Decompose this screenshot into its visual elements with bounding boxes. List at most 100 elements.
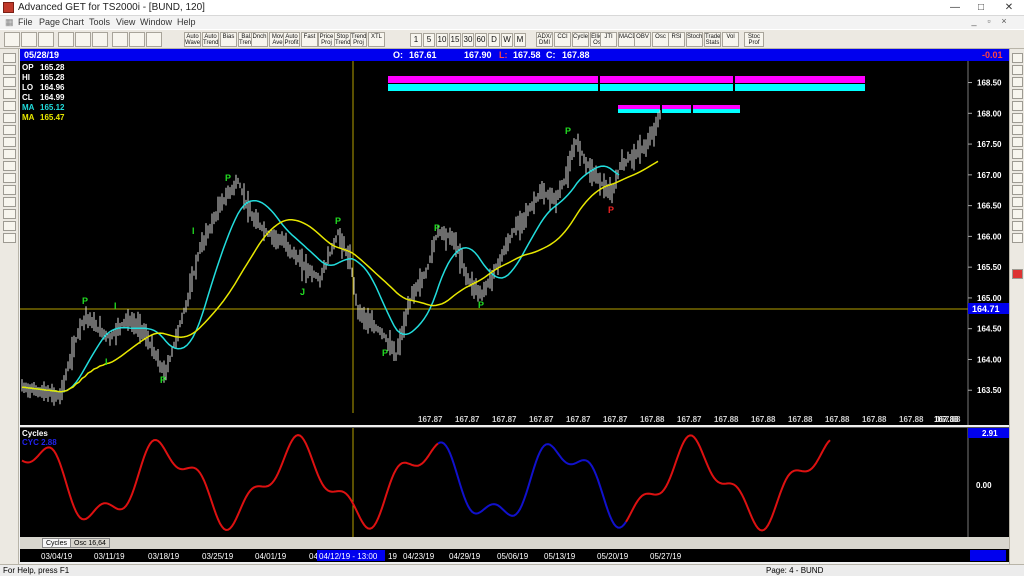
minimize-button[interactable]: — (942, 1, 968, 15)
candles-icon[interactable] (1012, 149, 1023, 159)
interval-5-button[interactable]: 5 (423, 33, 435, 47)
zoom-out-icon[interactable] (129, 32, 145, 47)
ratio-icon[interactable] (1012, 197, 1023, 207)
auto-trend-button[interactable]: Auto Trend (202, 32, 219, 47)
interval-60-button[interactable]: 60 (475, 33, 487, 47)
menu-help[interactable]: Help (177, 17, 196, 27)
menu-file[interactable]: File (18, 17, 33, 27)
price-chart[interactable]: P I I P I P P J P P P P P 168.50 168.00 167.50 167.00 16… (20, 61, 1009, 425)
bars-icon[interactable] (1012, 137, 1023, 147)
box-tool-icon[interactable] (3, 209, 16, 219)
scale-icon[interactable] (1012, 113, 1023, 123)
menu-tools[interactable]: Tools (89, 17, 110, 27)
menu-view[interactable]: View (116, 17, 135, 27)
scroll-down-icon[interactable] (1012, 65, 1023, 75)
compress-icon[interactable] (1012, 89, 1023, 99)
arrow-tool-icon[interactable] (3, 125, 16, 135)
bias-button[interactable]: Bias (220, 32, 237, 47)
trade-stats-button[interactable]: Trade Stats (704, 32, 721, 47)
help-icon[interactable] (146, 32, 162, 47)
zoom-icon[interactable] (1012, 221, 1023, 231)
macd-button[interactable]: MACD (618, 32, 635, 47)
stoc-prof-button[interactable]: Stoc Prof (744, 32, 764, 47)
settings-icon[interactable] (1012, 233, 1023, 243)
projection-label: 167.88 (825, 415, 850, 424)
time-tool-icon[interactable] (3, 197, 16, 207)
pitchfork-tool-icon[interactable] (3, 173, 16, 183)
line-tool-icon[interactable] (3, 65, 16, 75)
interval-monthly-button[interactable]: M (514, 33, 526, 47)
mark-tool-icon[interactable] (3, 221, 16, 231)
ratio-tool-icon[interactable] (3, 185, 16, 195)
line-chart-icon[interactable] (1012, 161, 1023, 171)
rsi-button[interactable]: RSI (668, 32, 685, 47)
interval-weekly-button[interactable]: W (501, 33, 513, 47)
ma-fast-label: MA (22, 103, 35, 112)
grid-icon[interactable] (1012, 101, 1023, 111)
projection-zone-magenta (388, 76, 865, 83)
mdi-restore-button[interactable]: ▫ (983, 16, 995, 26)
tab-cycles[interactable]: Cycles (42, 538, 72, 548)
interval-15-button[interactable]: 15 (449, 33, 461, 47)
zigzag-tool-icon[interactable] (3, 149, 16, 159)
ellipse-tool-icon[interactable] (3, 137, 16, 147)
auto-wave-button[interactable]: Auto Wave (184, 32, 201, 47)
menu-window[interactable]: Window (140, 17, 172, 27)
fib-tool-icon[interactable] (3, 89, 16, 99)
osc-button[interactable]: Osc (652, 32, 669, 47)
cci-button[interactable]: CCI (554, 32, 571, 47)
projection-label: 167.87 (492, 415, 517, 424)
obv-button[interactable]: OBV (634, 32, 651, 47)
mdi-close-button[interactable]: × (998, 16, 1010, 26)
projection-label: 167.88 (640, 415, 665, 424)
magnet-icon[interactable] (1012, 269, 1023, 279)
cut-icon[interactable] (75, 32, 91, 47)
mdi-minimize-button[interactable]: _ (968, 16, 980, 26)
cycles-oscillator-pane[interactable]: 2.91 0.00 Cycles CYC 2.88 (20, 427, 1009, 538)
pti-icon[interactable] (1012, 173, 1023, 183)
copy-icon[interactable] (92, 32, 108, 47)
close-button[interactable]: ✕ (996, 1, 1022, 15)
xtl-button[interactable]: XTL (368, 32, 385, 47)
gann-tool-icon[interactable] (3, 161, 16, 171)
stoch-button[interactable]: Stoch (686, 32, 703, 47)
osc-title: Cycles (22, 429, 48, 438)
interval-10-button[interactable]: 10 (436, 33, 448, 47)
flag-icon[interactable] (1012, 209, 1023, 219)
camera-icon[interactable] (1012, 125, 1023, 135)
maximize-button[interactable]: □ (968, 1, 994, 15)
fast-button[interactable]: Fast (301, 32, 318, 47)
scroll-up-icon[interactable] (1012, 53, 1023, 63)
esp-icon[interactable] (1012, 185, 1023, 195)
interval-1-button[interactable]: 1 (410, 33, 422, 47)
menu-bar: ▦ File Page Chart Tools View Window Help… (0, 16, 1024, 29)
dnch-button[interactable]: Dnch (251, 32, 268, 47)
zoom-in-icon[interactable] (112, 32, 128, 47)
menu-page[interactable]: Page (39, 17, 60, 27)
tab-osc[interactable]: Osc 16,64 (70, 538, 110, 548)
jti-button[interactable]: JTI (600, 32, 617, 47)
channel-tool-icon[interactable] (3, 77, 16, 87)
expand-icon[interactable] (1012, 77, 1023, 87)
cycles-button[interactable]: Cycles (572, 32, 589, 47)
erase-tool-icon[interactable] (3, 233, 16, 243)
interval-daily-button[interactable]: D (488, 33, 500, 47)
price-proj-button[interactable]: Price Proj (318, 32, 335, 47)
open-icon[interactable] (21, 32, 37, 47)
wave-tool-icon[interactable] (3, 101, 16, 111)
new-chart-icon[interactable] (4, 32, 20, 47)
text-tool-icon[interactable] (3, 113, 16, 123)
trend-proj-button[interactable]: Trend Proj (350, 32, 367, 47)
adx-dmi-button[interactable]: ADX/ DMI (536, 32, 553, 47)
app-icon[interactable] (3, 2, 14, 13)
menu-chart[interactable]: Chart (62, 17, 84, 27)
save-icon[interactable] (38, 32, 54, 47)
interval-30-button[interactable]: 30 (462, 33, 474, 47)
print-icon[interactable] (58, 32, 74, 47)
mdi-icon[interactable]: ▦ (5, 17, 14, 28)
auto-profit-button[interactable]: Auto Profit (283, 32, 300, 47)
stop-trend-button[interactable]: Stop Trend (334, 32, 351, 47)
cursor-tool-icon[interactable] (3, 53, 16, 63)
oscillator-canvas: 2.91 0.00 Cycles CYC 2.88 (21, 428, 1009, 538)
vol-button[interactable]: Vol (722, 32, 739, 47)
